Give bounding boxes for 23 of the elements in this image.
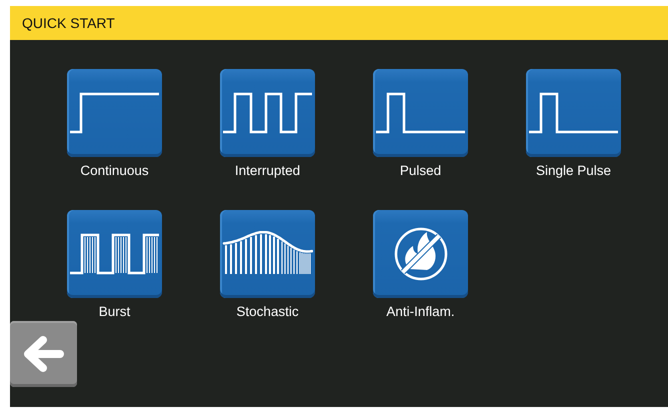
mode-button[interactable] [373, 210, 468, 298]
mode-button[interactable] [220, 69, 315, 157]
mode-label: Single Pulse [536, 163, 612, 178]
mode-label: Pulsed [400, 163, 442, 178]
burst-wave-icon [69, 232, 160, 276]
noise-wave-icon [222, 231, 313, 277]
mode-label: Interrupted [234, 163, 300, 178]
mode-button[interactable] [526, 69, 621, 157]
mode-label: Stochastic [236, 304, 299, 319]
back-button[interactable] [10, 321, 77, 387]
screen-title: QUICK START [22, 15, 115, 31]
mode-label: Continuous [80, 163, 149, 178]
mode-button[interactable] [220, 210, 315, 298]
step-wave-icon [69, 91, 160, 135]
mode-label: Anti-Inflam. [386, 304, 455, 319]
square-wave-icon [222, 91, 313, 135]
mode-button[interactable] [67, 69, 162, 157]
pulse-wave-icon [528, 91, 619, 135]
mode-button[interactable] [373, 69, 468, 157]
mode-button[interactable] [67, 210, 162, 298]
left-arrow-icon [22, 335, 64, 373]
mode-label: Burst [98, 304, 130, 319]
pulse-wave-icon [375, 91, 466, 135]
